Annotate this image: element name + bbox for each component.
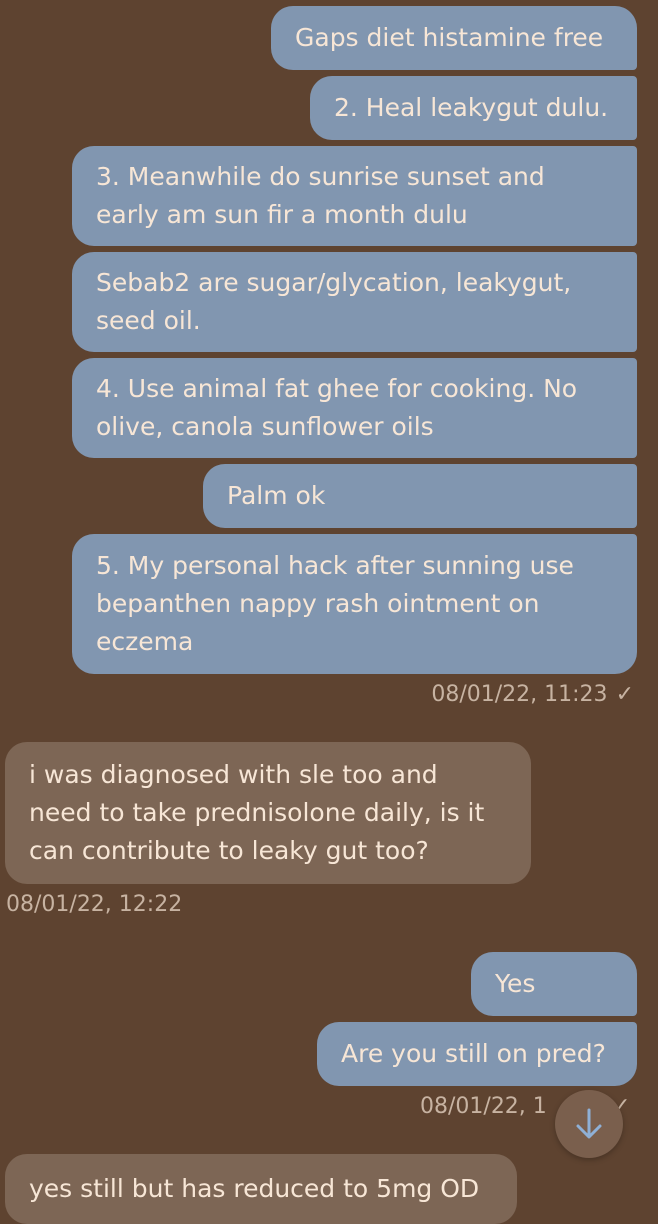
message-bubble-outgoing[interactable]: Palm ok (203, 464, 637, 528)
scroll-to-bottom-button[interactable] (555, 1090, 623, 1158)
timestamp-text: 08/01/22, 12:22 (6, 892, 183, 917)
message-bubble-incoming[interactable]: i was diagnosed with sle too and need to… (5, 742, 531, 884)
message-text: 3. Meanwhile do sunrise sunset and early… (96, 162, 545, 229)
message-bubble-outgoing[interactable]: Gaps diet histamine free (271, 6, 637, 70)
message-bubble-outgoing[interactable]: Yes (471, 952, 637, 1016)
message-text: 2. Heal leakygut dulu. (334, 93, 609, 122)
message-text: Are you still on pred? (341, 1039, 606, 1068)
message-text: Gaps diet histamine free (295, 23, 604, 52)
message-timestamp: 08/01/22, 12:22 (6, 890, 182, 920)
timestamp-text: 08/01/22, 1 (420, 1094, 547, 1119)
timestamp-text: 08/01/22, 11:23 (431, 682, 608, 707)
message-bubble-outgoing[interactable]: Are you still on pred? (317, 1022, 637, 1086)
message-bubble-outgoing[interactable]: 5. My personal hack after sunning use be… (72, 534, 637, 674)
message-text: 4. Use animal fat ghee for cooking. No o… (96, 374, 578, 441)
message-bubble-outgoing[interactable]: Sebab2 are sugar/glycation, leakygut, se… (72, 252, 637, 352)
message-bubble-outgoing[interactable]: 3. Meanwhile do sunrise sunset and early… (72, 146, 637, 246)
message-text: yes still but has reduced to 5mg OD (29, 1174, 480, 1203)
message-text: i was diagnosed with sle too and need to… (29, 760, 485, 865)
message-text: Sebab2 are sugar/glycation, leakygut, se… (96, 268, 572, 335)
read-check-icon: ✓ (615, 682, 634, 707)
message-text: Palm ok (227, 481, 326, 510)
message-text: Yes (495, 969, 536, 998)
arrow-down-icon (576, 1108, 602, 1139)
message-bubble-outgoing[interactable]: 2. Heal leakygut dulu. (310, 76, 637, 140)
message-timestamp: 08/01/22, 11:23 ✓ (431, 680, 634, 710)
message-text: 5. My personal hack after sunning use be… (96, 551, 574, 656)
message-bubble-incoming[interactable]: yes still but has reduced to 5mg OD (5, 1154, 517, 1224)
message-timestamp: 08/01/22, 1 (420, 1092, 547, 1122)
message-bubble-outgoing[interactable]: 4. Use animal fat ghee for cooking. No o… (72, 358, 637, 458)
